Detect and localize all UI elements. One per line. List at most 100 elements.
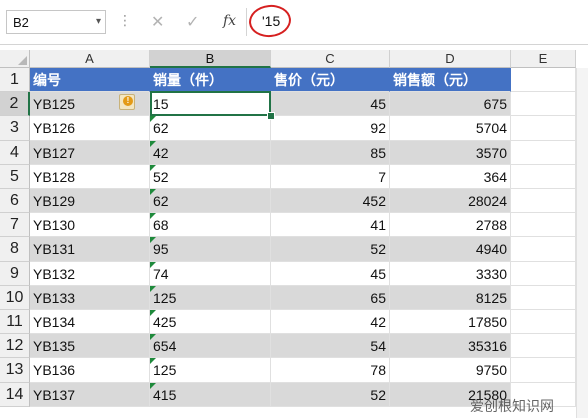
- cell-revenue[interactable]: 3330: [390, 261, 511, 286]
- cell-price[interactable]: 65: [271, 285, 390, 310]
- cell-revenue[interactable]: 35316: [390, 334, 511, 359]
- cell-e[interactable]: [511, 164, 576, 189]
- row-header-5[interactable]: 5: [0, 164, 30, 189]
- cell-revenue[interactable]: 2788: [390, 213, 511, 238]
- row-header-9[interactable]: 9: [0, 261, 30, 286]
- name-box-dropdown-icon[interactable]: ▾: [96, 16, 101, 27]
- cell-quantity[interactable]: 125: [150, 285, 271, 310]
- row-header-1[interactable]: 1: [0, 68, 30, 93]
- active-cell-outline: [150, 91, 271, 116]
- enter-icon[interactable]: ✓: [186, 12, 199, 32]
- row-header-3[interactable]: 3: [0, 116, 30, 141]
- cell-quantity[interactable]: 95: [150, 237, 271, 262]
- cell-price[interactable]: 78: [271, 358, 390, 383]
- cell-id[interactable]: YB127: [30, 140, 150, 165]
- error-indicator-icon[interactable]: !: [119, 94, 135, 110]
- cell-id[interactable]: YB126: [30, 116, 150, 141]
- cell-quantity[interactable]: 52: [150, 164, 271, 189]
- row-header-11[interactable]: 11: [0, 310, 30, 335]
- cell-price[interactable]: 42: [271, 310, 390, 335]
- row-header-13[interactable]: 13: [0, 358, 30, 383]
- cell-revenue[interactable]: 675: [390, 92, 511, 117]
- cell-price[interactable]: 452: [271, 189, 390, 214]
- cell-price[interactable]: 41: [271, 213, 390, 238]
- cell-revenue[interactable]: 3570: [390, 140, 511, 165]
- cell-id[interactable]: YB136: [30, 358, 150, 383]
- cell-e[interactable]: [511, 261, 576, 286]
- cell-price[interactable]: 54: [271, 334, 390, 359]
- cell-price[interactable]: 52: [271, 237, 390, 262]
- cell-id[interactable]: YB132: [30, 261, 150, 286]
- column-header-d[interactable]: D: [390, 50, 511, 68]
- cell-price[interactable]: 52: [271, 382, 390, 407]
- cell-e[interactable]: [511, 140, 576, 165]
- cell-e[interactable]: [511, 334, 576, 359]
- cell-quantity[interactable]: 425: [150, 310, 271, 335]
- cell-id[interactable]: YB130: [30, 213, 150, 238]
- cell-e[interactable]: [511, 237, 576, 262]
- cell-e[interactable]: [511, 285, 576, 310]
- cell-revenue[interactable]: 4940: [390, 237, 511, 262]
- header-cell-price[interactable]: 售价（元）: [271, 68, 390, 93]
- cell-quantity[interactable]: 654: [150, 334, 271, 359]
- cell-e1[interactable]: [511, 68, 576, 93]
- cell-e[interactable]: [511, 213, 576, 238]
- row-header-7[interactable]: 7: [0, 213, 30, 238]
- select-all-corner[interactable]: [0, 50, 30, 68]
- cancel-icon[interactable]: ✕: [151, 12, 164, 32]
- cell-quantity[interactable]: 74: [150, 261, 271, 286]
- cell-price[interactable]: 45: [271, 261, 390, 286]
- row-header-6[interactable]: 6: [0, 189, 30, 214]
- cell-id[interactable]: YB133: [30, 285, 150, 310]
- header-cell-revenue[interactable]: 销售额（元）: [390, 68, 511, 93]
- insert-function-button[interactable]: fx: [223, 13, 236, 29]
- cell-price[interactable]: 45: [271, 92, 390, 117]
- cell-revenue[interactable]: 28024: [390, 189, 511, 214]
- column-header-a[interactable]: A: [30, 50, 150, 68]
- red-circle-annotation: [247, 2, 293, 40]
- cell-id[interactable]: YB137: [30, 382, 150, 407]
- cell-revenue[interactable]: 9750: [390, 358, 511, 383]
- cell-quantity[interactable]: 68: [150, 213, 271, 238]
- cell-e[interactable]: [511, 92, 576, 117]
- cell-id[interactable]: YB129: [30, 189, 150, 214]
- cell-price[interactable]: 85: [271, 140, 390, 165]
- cell-revenue[interactable]: 17850: [390, 310, 511, 335]
- watermark: 爱创根知识网: [470, 398, 554, 414]
- formula-bar-divider: [246, 8, 247, 36]
- header-cell-id[interactable]: 编号: [30, 68, 150, 93]
- cell-price[interactable]: 92: [271, 116, 390, 141]
- cell-revenue[interactable]: 5704: [390, 116, 511, 141]
- cell-quantity[interactable]: 62: [150, 116, 271, 141]
- formula-bar: B2 ▾ ⋮ ✕ ✓ fx '15: [0, 0, 588, 45]
- row-header-8[interactable]: 8: [0, 237, 30, 262]
- cell-id[interactable]: YB135: [30, 334, 150, 359]
- cell-quantity[interactable]: 42: [150, 140, 271, 165]
- row-header-14[interactable]: 14: [0, 382, 30, 407]
- cell-quantity[interactable]: 62: [150, 189, 271, 214]
- column-header-e[interactable]: E: [511, 50, 576, 68]
- cell-quantity[interactable]: 125: [150, 358, 271, 383]
- cell-id[interactable]: YB134: [30, 310, 150, 335]
- cell-e[interactable]: [511, 116, 576, 141]
- column-header-c[interactable]: C: [271, 50, 390, 68]
- header-cell-quantity[interactable]: 销量（件）: [150, 68, 271, 93]
- cell-e[interactable]: [511, 189, 576, 214]
- row-header-2[interactable]: 2: [0, 92, 30, 117]
- cell-price[interactable]: 7: [271, 164, 390, 189]
- cell-id[interactable]: YB131: [30, 237, 150, 262]
- name-box[interactable]: B2 ▾: [6, 10, 106, 34]
- formula-bar-grip-icon[interactable]: ⋮: [118, 12, 133, 29]
- column-header-b[interactable]: B: [150, 50, 271, 68]
- cell-id[interactable]: YB128: [30, 164, 150, 189]
- row-header-4[interactable]: 4: [0, 140, 30, 165]
- cell-quantity[interactable]: 415: [150, 382, 271, 407]
- cell-revenue[interactable]: 364: [390, 164, 511, 189]
- vertical-scrollbar[interactable]: [576, 68, 588, 418]
- row-header-12[interactable]: 12: [0, 334, 30, 359]
- cell-e[interactable]: [511, 310, 576, 335]
- cell-revenue[interactable]: 8125: [390, 285, 511, 310]
- cell-e[interactable]: [511, 358, 576, 383]
- row-header-10[interactable]: 10: [0, 285, 30, 310]
- fill-handle[interactable]: [267, 112, 275, 120]
